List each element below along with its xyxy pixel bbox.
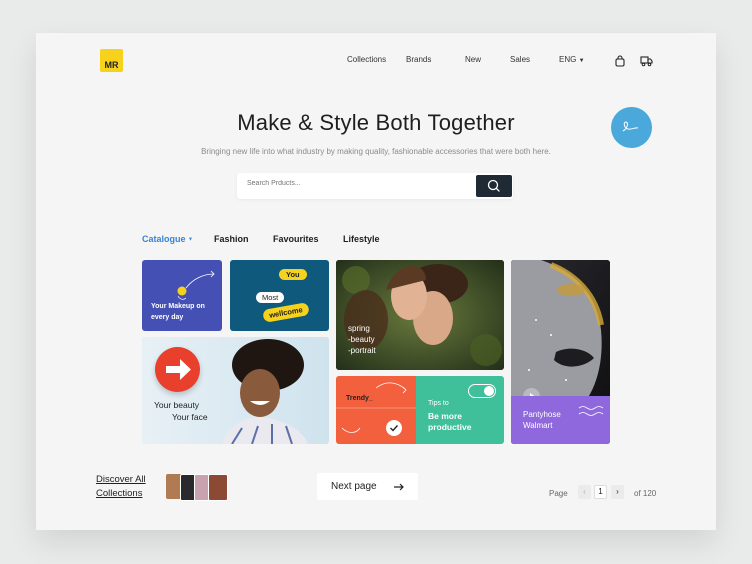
doodle-decoration [336,382,416,433]
search-button[interactable] [476,175,512,197]
language-selector[interactable]: ENG ▼ [559,55,585,64]
tile-pantyhose-text: Pantyhose Walmart [523,409,561,431]
word-wellcome-badge: wellcome [262,302,310,323]
nav-new[interactable]: New [465,55,481,64]
chevron-left-icon: ‹ [583,487,586,496]
checkmark-badge [386,420,402,436]
tile-tips-line1: Tips to [428,400,449,407]
caret-down-icon: ▼ [578,58,585,64]
next-page-button[interactable]: Next page [317,473,418,500]
word-you-badge: You [279,269,307,280]
tile-makeup-text: Your Makeup on every day [151,303,205,321]
next-page-arrow-button[interactable]: › [611,485,624,499]
word-most-badge: Most [256,292,285,303]
caret-down-icon: ▼ [188,236,193,243]
discover-line2: Collections [96,488,143,499]
search-input[interactable] [247,180,467,187]
search-bar [237,173,513,199]
tile-beauty-line1: Your beauty [154,400,200,410]
tile-pantyhose-line2: Walmart [523,421,553,430]
language-label: ENG [559,55,577,64]
page-number-input[interactable]: 1 [594,485,607,499]
discover-all-collections-link[interactable]: Discover All Collections [96,473,146,501]
tile-portrait-line1: spring [348,324,370,333]
tile-beauty-text: Your beauty Your face [154,399,208,423]
chevron-right-icon: › [616,487,619,496]
thumbnail-image [208,474,228,501]
search-icon [487,179,500,192]
tile-beauty[interactable]: Your beauty Your face [142,337,329,444]
tab-favourites[interactable]: Favourites [273,234,319,244]
tile-tips[interactable]: Tips to Be more productive [416,376,504,444]
prev-page-button[interactable]: ‹ [578,485,591,499]
next-page-label: Next page [331,481,377,492]
tile-portrait-line2: -beauty [348,335,375,344]
tile-portrait-text: spring -beauty -portrait [348,323,376,356]
arrow-badge [155,347,200,392]
arrow-right-icon [394,483,404,491]
check-icon [390,425,399,432]
toggle-switch-icon [468,384,496,398]
tile-tips-line2: Be more [428,411,463,421]
tab-catalogue-label: Catalogue [142,234,186,244]
tile-welcome[interactable]: You Most wellcome [230,260,329,331]
nav-collections[interactable]: Collections [347,55,386,64]
delivery-truck-icon[interactable] [640,54,653,67]
tab-lifestyle[interactable]: Lifestyle [343,234,380,244]
page-total: of 120 [634,489,657,498]
page-label: Page [549,489,568,498]
tab-catalogue[interactable]: Catalogue ▼ [142,234,193,244]
tile-glitter-face[interactable]: Pantyhose Walmart [511,260,610,444]
brand-logo[interactable]: MR [100,49,123,72]
pantyhose-label-panel: Pantyhose Walmart [511,396,610,444]
decorative-blue-circle [611,107,652,148]
nav-sales[interactable]: Sales [510,55,530,64]
tile-makeup[interactable]: Your Makeup on every day [142,260,222,331]
tile-tips-line3: productive [428,422,472,432]
discover-line1: Discover All [96,474,146,485]
tile-portrait-line3: -portrait [348,346,376,355]
collection-thumbnails[interactable] [166,473,228,501]
tab-fashion[interactable]: Fashion [214,234,249,244]
arrow-right-icon [166,359,191,380]
nav-brands[interactable]: Brands [406,55,431,64]
tile-trendy-text: Trendy_ [346,395,373,402]
tile-beauty-line2: Your face [172,412,208,422]
page-subtitle: Bringing new life into what industry by … [201,147,551,156]
tile-trendy[interactable]: Trendy_ [336,376,416,444]
tile-tips-heading: Be more productive [428,411,471,433]
tile-pantyhose-line1: Pantyhose [523,410,561,419]
shopping-bag-icon[interactable] [614,54,626,67]
main-card: MR Collections Brands New Sales ENG ▼ Ma… [36,33,716,530]
tile-portrait[interactable]: spring -beauty -portrait [336,260,504,370]
